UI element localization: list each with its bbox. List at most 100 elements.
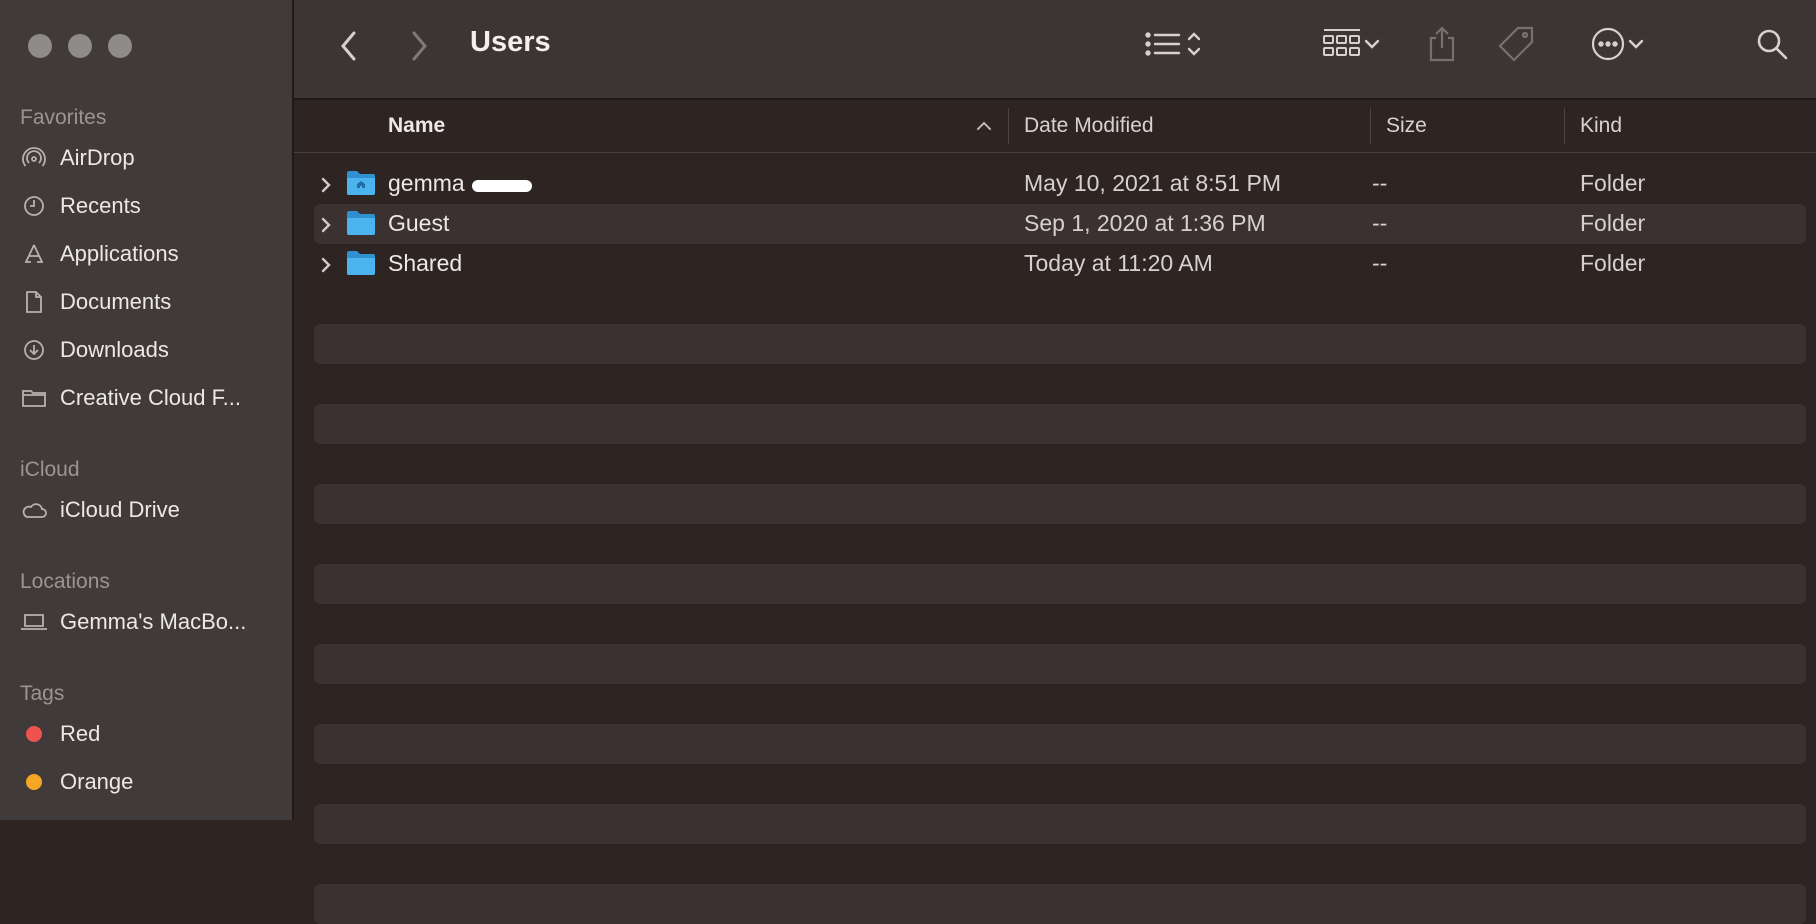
folder-icon	[20, 384, 48, 412]
download-icon	[20, 336, 48, 364]
empty-row	[314, 644, 1806, 684]
tag-dot-icon	[20, 768, 48, 796]
sidebar-item-airdrop[interactable]: AirDrop	[20, 138, 282, 178]
sidebar: Favorites AirDrop Recents Applications D…	[0, 0, 294, 820]
column-name-header[interactable]: Name	[388, 100, 908, 152]
search-button[interactable]	[1752, 26, 1792, 66]
disclosure-chevron-icon[interactable]	[318, 174, 334, 201]
chevron-down-icon	[1626, 34, 1646, 59]
sidebar-item-label: Applications	[60, 241, 179, 266]
sidebar-item-label: Recents	[60, 193, 141, 218]
empty-row	[314, 364, 1806, 404]
column-date-header[interactable]: Date Modified	[1024, 100, 1364, 152]
sidebar-item-label: iCloud Drive	[60, 497, 180, 522]
zoom-window-button[interactable]	[108, 34, 132, 58]
more-icon	[1590, 26, 1626, 67]
column-name-label: Name	[388, 114, 446, 137]
file-name: gemma	[388, 170, 465, 196]
column-divider[interactable]	[1370, 108, 1371, 144]
toolbar: Users	[294, 0, 1816, 100]
table-row[interactable]: Guest Sep 1, 2020 at 1:36 PM -- Folder	[314, 204, 1806, 244]
file-date: Sep 1, 2020 at 1:36 PM	[1024, 210, 1266, 236]
sidebar-tag-orange[interactable]: Orange	[20, 762, 282, 802]
file-size: --	[1372, 250, 1388, 276]
empty-row	[314, 564, 1806, 604]
sidebar-item-label: AirDrop	[60, 145, 135, 170]
sidebar-heading-locations: Locations	[20, 570, 110, 593]
empty-row	[314, 484, 1806, 524]
file-date: May 10, 2021 at 8:51 PM	[1024, 170, 1281, 196]
action-menu-button[interactable]	[1580, 26, 1656, 66]
sort-ascending-icon	[974, 116, 994, 142]
empty-row	[314, 684, 1806, 724]
empty-row	[314, 524, 1806, 564]
close-window-button[interactable]	[28, 34, 52, 58]
folder-icon	[346, 250, 376, 282]
column-kind-label: Kind	[1580, 114, 1623, 137]
file-size: --	[1372, 210, 1388, 236]
empty-row	[314, 724, 1806, 764]
laptop-icon	[20, 608, 48, 636]
file-name: Guest	[388, 210, 450, 236]
sidebar-item-icloud-drive[interactable]: iCloud Drive	[20, 490, 282, 530]
column-size-label: Size	[1386, 114, 1427, 137]
empty-row	[314, 404, 1806, 444]
clock-icon	[20, 192, 48, 220]
sidebar-item-label: Orange	[60, 769, 134, 794]
table-row[interactable]: gemma May 10, 2021 at 8:51 PM -- Folder	[314, 164, 1806, 204]
column-header: Name Date Modified Size Kind	[294, 100, 1816, 153]
file-size: --	[1372, 170, 1388, 196]
forward-button[interactable]	[404, 26, 434, 66]
column-divider[interactable]	[1564, 108, 1565, 144]
sidebar-item-label: Downloads	[60, 337, 169, 362]
tag-button[interactable]	[1494, 24, 1538, 68]
file-list: gemma May 10, 2021 at 8:51 PM -- Folder …	[314, 164, 1806, 924]
tag-icon	[1496, 24, 1536, 69]
sidebar-item-creative-cloud[interactable]: Creative Cloud F...	[20, 378, 282, 418]
cloud-icon	[20, 496, 48, 524]
sidebar-heading-favorites: Favorites	[20, 106, 107, 129]
redaction-mark	[472, 180, 532, 192]
sidebar-item-macbook[interactable]: Gemma's MacBo...	[20, 602, 282, 642]
back-button[interactable]	[334, 26, 364, 66]
table-row[interactable]: Shared Today at 11:20 AM -- Folder	[314, 244, 1806, 284]
file-name: Shared	[388, 250, 463, 276]
sidebar-item-recents[interactable]: Recents	[20, 186, 282, 226]
document-icon	[20, 288, 48, 316]
share-icon	[1427, 24, 1457, 69]
file-date: Today at 11:20 AM	[1024, 250, 1213, 276]
minimize-window-button[interactable]	[68, 34, 92, 58]
airdrop-icon	[20, 144, 48, 172]
folder-icon	[346, 210, 376, 242]
share-button[interactable]	[1422, 24, 1462, 68]
sidebar-item-applications[interactable]: Applications	[20, 234, 282, 274]
sidebar-item-documents[interactable]: Documents	[20, 282, 282, 322]
applications-icon	[20, 240, 48, 268]
file-kind: Folder	[1580, 210, 1646, 236]
sidebar-item-label: Red	[60, 721, 101, 746]
sidebar-item-label: Creative Cloud F...	[60, 385, 241, 410]
sidebar-item-label: Gemma's MacBo...	[60, 609, 247, 634]
column-size-header[interactable]: Size	[1386, 100, 1556, 152]
home-folder-icon	[346, 170, 376, 202]
group-button[interactable]	[1314, 26, 1390, 66]
sidebar-tag-red[interactable]: Red	[20, 714, 282, 754]
empty-row	[314, 444, 1806, 484]
disclosure-chevron-icon[interactable]	[318, 214, 334, 241]
search-icon	[1755, 27, 1789, 66]
grid-group-icon	[1322, 27, 1362, 66]
column-kind-header[interactable]: Kind	[1580, 100, 1780, 152]
column-divider[interactable]	[1008, 108, 1009, 144]
empty-row	[314, 804, 1806, 844]
empty-row	[314, 764, 1806, 804]
view-options-button[interactable]	[1134, 26, 1214, 66]
chevron-updown-icon	[1184, 29, 1204, 64]
column-date-label: Date Modified	[1024, 114, 1154, 137]
empty-row	[314, 284, 1806, 324]
sidebar-item-label: Documents	[60, 289, 172, 314]
sidebar-item-downloads[interactable]: Downloads	[20, 330, 282, 370]
sidebar-heading-tags: Tags	[20, 682, 65, 705]
chevron-down-icon	[1362, 34, 1382, 59]
file-kind: Folder	[1580, 250, 1646, 276]
disclosure-chevron-icon[interactable]	[318, 254, 334, 281]
